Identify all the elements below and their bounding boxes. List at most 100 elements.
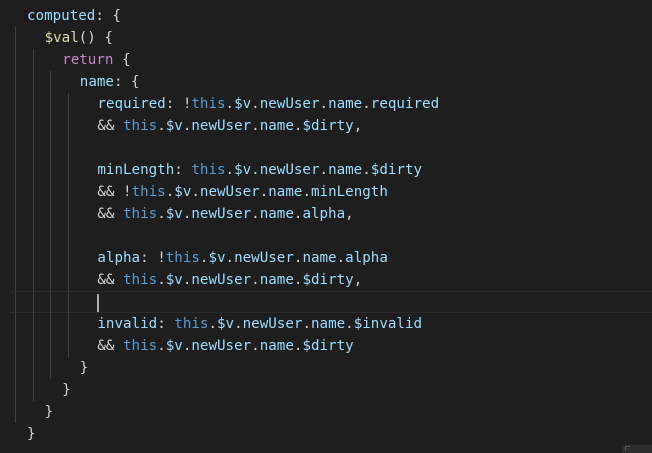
indent-guide bbox=[15, 71, 16, 93]
code-text: && this.$v.newUser.name.$dirty, bbox=[97, 115, 362, 137]
indent-guide bbox=[50, 247, 52, 269]
code-line[interactable]: } bbox=[0, 401, 652, 423]
code-text: && !this.$v.newUser.name.minLength bbox=[97, 181, 387, 203]
code-token: name bbox=[302, 250, 337, 266]
code-token: this bbox=[123, 338, 158, 354]
code-token: newUser bbox=[242, 316, 303, 332]
indent-guide bbox=[50, 93, 52, 115]
code-token: $v bbox=[234, 96, 252, 112]
code-token: $invalid bbox=[353, 316, 423, 332]
code-token: . bbox=[259, 184, 269, 200]
code-token: name bbox=[259, 206, 294, 222]
code-token: minLength bbox=[97, 162, 175, 178]
indent-guide bbox=[32, 247, 34, 269]
code-token: . bbox=[165, 184, 175, 200]
code-line[interactable]: && !this.$v.newUser.name.minLength bbox=[0, 181, 652, 203]
indent-guide bbox=[15, 159, 16, 181]
code-line[interactable]: && this.$v.newUser.name.alpha, bbox=[0, 203, 652, 225]
indent-guide bbox=[67, 93, 69, 115]
indent-guide bbox=[32, 379, 34, 401]
indent-guide bbox=[15, 379, 16, 401]
code-line[interactable]: alpha: !this.$v.newUser.name.alpha bbox=[0, 247, 652, 269]
code-token: this bbox=[123, 206, 158, 222]
code-token: newUser bbox=[191, 338, 252, 354]
text-cursor bbox=[97, 294, 100, 312]
indent-guide bbox=[32, 313, 34, 335]
code-token: newUser bbox=[191, 118, 252, 134]
code-line[interactable]: && this.$v.newUser.name.$dirty bbox=[0, 335, 652, 357]
indent-guide bbox=[50, 181, 52, 203]
code-line[interactable]: && this.$v.newUser.name.$dirty, bbox=[0, 269, 652, 291]
indent-guide bbox=[15, 27, 16, 49]
code-token: $dirty bbox=[370, 162, 423, 178]
code-token: && bbox=[97, 338, 124, 354]
code-line[interactable]: name: { bbox=[0, 71, 652, 93]
code-token: return bbox=[62, 52, 114, 68]
code-token: { bbox=[113, 52, 131, 68]
code-token: } bbox=[62, 382, 71, 398]
indent-guide bbox=[32, 203, 34, 225]
indent-guide bbox=[32, 49, 34, 71]
code-token: newUser bbox=[191, 206, 252, 222]
code-token: . bbox=[225, 250, 235, 266]
code-token: . bbox=[251, 338, 260, 354]
indent-guide bbox=[50, 269, 52, 291]
code-token: minLength bbox=[310, 184, 388, 200]
code-line[interactable]: computed: { bbox=[0, 5, 652, 27]
code-line[interactable] bbox=[0, 225, 652, 247]
code-text: minLength: this.$v.newUser.name.$dirty bbox=[97, 159, 422, 181]
code-token: . bbox=[302, 316, 311, 332]
code-token: $v bbox=[165, 206, 183, 222]
code-line[interactable]: && this.$v.newUser.name.$dirty, bbox=[0, 115, 652, 137]
code-line[interactable]: } bbox=[0, 357, 652, 379]
code-line[interactable] bbox=[0, 137, 652, 159]
code-line[interactable]: } bbox=[0, 423, 652, 445]
code-token: alpha bbox=[345, 250, 388, 266]
indent-guide bbox=[50, 71, 52, 93]
code-line[interactable]: return { bbox=[0, 49, 652, 71]
code-token: : { bbox=[113, 74, 140, 90]
code-token: . bbox=[191, 184, 200, 200]
indent-guide bbox=[67, 247, 69, 269]
indent-guide bbox=[15, 401, 16, 423]
code-line[interactable]: } bbox=[0, 379, 652, 401]
code-token: this bbox=[191, 96, 226, 112]
code-token: && bbox=[97, 118, 124, 134]
code-line[interactable]: $val() { bbox=[0, 27, 652, 49]
code-token: $v bbox=[165, 118, 183, 134]
indent-guide bbox=[15, 115, 16, 137]
code-token: this bbox=[165, 250, 200, 266]
code-token: } bbox=[27, 426, 36, 442]
code-token: . bbox=[251, 118, 260, 134]
current-line-highlight[interactable] bbox=[10, 291, 652, 314]
indent-guide bbox=[32, 159, 34, 181]
code-token: . bbox=[208, 316, 217, 332]
indent-guide bbox=[15, 49, 16, 71]
code-token: . bbox=[251, 162, 260, 178]
indent-guide bbox=[50, 313, 52, 335]
code-text: && this.$v.newUser.name.$dirty bbox=[97, 335, 353, 357]
code-text: invalid: this.$v.newUser.name.$invalid bbox=[97, 313, 422, 335]
code-token: $dirty bbox=[302, 338, 354, 354]
code-token: . bbox=[345, 316, 354, 332]
code-token: alpha bbox=[97, 250, 141, 266]
code-token: name bbox=[328, 162, 363, 178]
code-token: && ! bbox=[97, 184, 132, 200]
code-editor[interactable]: computed: {$val() {return {name: {requir… bbox=[0, 0, 652, 453]
code-text: return { bbox=[62, 49, 130, 71]
indent-guide bbox=[67, 335, 69, 357]
code-text: } bbox=[80, 357, 89, 379]
code-token: newUser bbox=[199, 184, 260, 200]
code-text: } bbox=[45, 401, 54, 423]
code-line[interactable]: required: !this.$v.newUser.name.required bbox=[0, 93, 652, 115]
code-text: name: { bbox=[80, 71, 140, 93]
indent-guide bbox=[50, 203, 52, 225]
code-line[interactable]: invalid: this.$v.newUser.name.$invalid bbox=[0, 313, 652, 335]
code-token: . bbox=[157, 338, 166, 354]
code-token: name bbox=[259, 338, 294, 354]
code-token: $v bbox=[234, 162, 252, 178]
indent-guide bbox=[67, 181, 69, 203]
indent-guide bbox=[50, 335, 52, 357]
indent-guide bbox=[15, 137, 16, 159]
code-line[interactable]: minLength: this.$v.newUser.name.$dirty bbox=[0, 159, 652, 181]
